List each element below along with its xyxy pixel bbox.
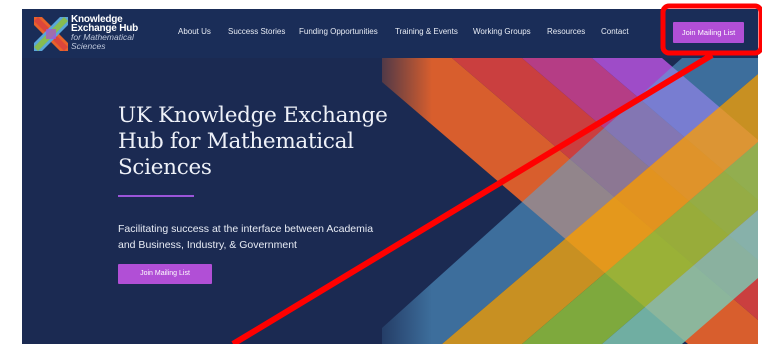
nav-item-funding-opportunities[interactable]: Funding Opportunities: [299, 27, 378, 36]
hero-background-graphic: [22, 58, 758, 344]
nav-item-contact[interactable]: Contact: [601, 27, 629, 36]
hero-divider: [118, 195, 194, 197]
join-mailing-list-nav-button[interactable]: Join Mailing List: [673, 22, 744, 43]
hero-subtitle: Facilitating success at the interface be…: [118, 223, 374, 251]
site-logo-wordmark[interactable]: Knowledge Exchange Hub for Mathematical …: [71, 15, 138, 51]
kehub-x-logo-icon[interactable]: [34, 17, 68, 51]
hero-title: UK Knowledge Exchange Hub for Mathematic…: [118, 103, 388, 180]
nav-item-training-events[interactable]: Training & Events: [395, 27, 458, 36]
nav-item-working-groups[interactable]: Working Groups: [473, 27, 531, 36]
join-mailing-list-hero-button[interactable]: Join Mailing List: [118, 264, 212, 284]
logo-line-4: Sciences: [71, 41, 106, 51]
nav-item-resources[interactable]: Resources: [547, 27, 585, 36]
nav-item-about-us[interactable]: About Us: [178, 27, 211, 36]
site-header: Knowledge Exchange Hub for Mathematical …: [22, 9, 758, 59]
browser-viewport: Knowledge Exchange Hub for Mathematical …: [22, 9, 758, 344]
nav-item-success-stories[interactable]: Success Stories: [228, 27, 285, 36]
